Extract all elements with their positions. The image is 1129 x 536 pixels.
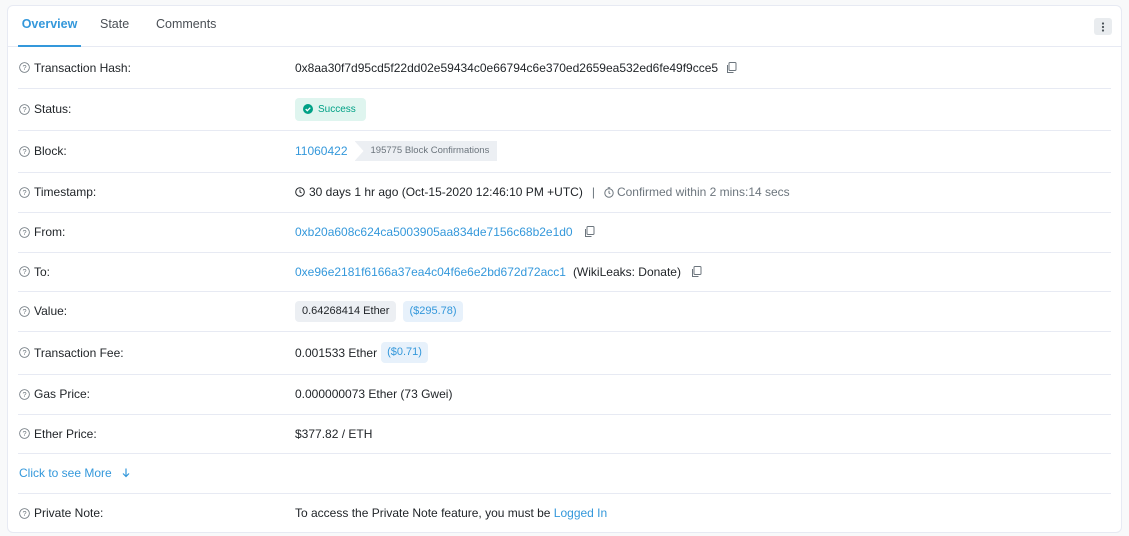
copy-icon[interactable] [691, 265, 702, 278]
field-label: ? Block: [19, 144, 67, 158]
transaction-hash: 0x8aa30f7d95cd5f22dd02e59434c0e66794c6e3… [295, 60, 719, 75]
help-circle-icon[interactable]: ? [19, 266, 30, 277]
timestamp-value: 30 days 1 hr ago (Oct-15-2020 12:46:10 P… [309, 185, 583, 199]
transaction-details-card: Overview State Comments ? Transaction Ha… [7, 5, 1122, 533]
field-value: 0.64268414 Ether ($295.78) [295, 300, 463, 322]
svg-text:?: ? [22, 146, 26, 155]
copy-icon[interactable] [584, 226, 595, 238]
row-transaction-fee: ? Transaction Fee: 0.001533 Ether ($0.71… [18, 331, 1111, 375]
svg-text:?: ? [22, 429, 26, 438]
clock-icon [295, 187, 305, 197]
copy-icon[interactable] [726, 61, 737, 74]
field-label: ? Timestamp: [19, 185, 96, 199]
row-from: ? From: 0xb20a608c624ca5003905aa834de715… [18, 212, 1111, 253]
field-label: ? Value: [19, 304, 67, 318]
tab-comments[interactable]: Comments [156, 6, 216, 45]
help-circle-icon[interactable]: ? [19, 226, 30, 238]
help-circle-icon[interactable]: ? [19, 186, 30, 198]
field-value: To access the Private Note feature, you … [295, 506, 607, 520]
gas-price-value: 0.000000073 Ether (73 Gwei) [295, 387, 453, 401]
svg-text:?: ? [22, 348, 26, 357]
help-circle-icon[interactable]: ? [19, 507, 30, 519]
svg-text:?: ? [22, 63, 26, 72]
tab-bar: Overview State Comments [8, 6, 1121, 47]
help-circle-icon[interactable]: ? [19, 305, 30, 317]
row-private-note: ? Private Note: To access the Private No… [18, 493, 1111, 532]
field-value: 0.000000073 Ether (73 Gwei) [295, 387, 452, 401]
status-badge: Success [295, 97, 366, 121]
field-label: ? Private Note: [19, 506, 103, 520]
help-circle-icon[interactable]: ? [19, 103, 30, 115]
field-label: ? To: [19, 265, 50, 279]
help-circle-icon[interactable]: ? [19, 388, 30, 400]
field-value: 11060422 195775 Block Confirmations [295, 141, 498, 161]
more-options-button[interactable] [1094, 18, 1112, 35]
check-circle-icon [303, 104, 313, 114]
block-number-link[interactable]: 11060422 [295, 144, 348, 158]
field-label: ? Status: [19, 102, 71, 116]
block-confirmations-badge: 195775 Block Confirmations [354, 141, 498, 161]
help-circle-icon[interactable]: ? [19, 145, 30, 157]
row-status: ? Status: Success [18, 88, 1111, 131]
field-value: 0.001533 Ether ($0.71) [295, 342, 428, 363]
tab-state[interactable]: State [100, 6, 129, 45]
help-circle-icon[interactable]: ? [19, 428, 30, 439]
confirmation-time: Confirmed within 2 mins:14 secs [604, 185, 790, 199]
to-address-link[interactable]: 0xe96e2181f6166a37ea4c04f6e6e2bd672d72ac… [295, 265, 566, 279]
ether-price-value: $377.82 / ETH [295, 426, 373, 441]
row-gas-price: ? Gas Price: 0.000000073 Ether (73 Gwei) [18, 374, 1111, 415]
field-label: ? Ether Price: [19, 427, 97, 441]
vertical-dots-icon [1101, 21, 1105, 32]
field-label: ? Transaction Hash: [19, 61, 131, 75]
field-value: 0x8aa30f7d95cd5f22dd02e59434c0e66794c6e3… [295, 61, 737, 75]
value-usd-badge: ($295.78) [403, 300, 463, 322]
arrow-down-icon [122, 468, 130, 478]
field-value: 0xb20a608c624ca5003905aa834de7156c68b2e1… [295, 225, 595, 239]
svg-text:?: ? [22, 187, 26, 196]
tab-overview[interactable]: Overview [18, 6, 81, 47]
stopwatch-icon [604, 186, 614, 198]
svg-text:?: ? [22, 267, 26, 276]
to-address-tag: (WikiLeaks: Donate) [572, 264, 681, 279]
separator: | [591, 185, 595, 199]
field-value: Success [295, 97, 366, 121]
login-link[interactable]: Logged In [554, 506, 607, 520]
row-to: ? To: 0xe96e2181f6166a37ea4c04f6e6e2bd67… [18, 252, 1111, 292]
svg-text:?: ? [22, 227, 26, 236]
private-note-text: To access the Private Note feature, you … [295, 506, 554, 520]
field-value: 0xe96e2181f6166a37ea4c04f6e6e2bd672d72ac… [295, 265, 702, 279]
fee-usd-badge: ($0.71) [381, 342, 428, 363]
svg-text:?: ? [22, 389, 26, 398]
row-block: ? Block: 11060422 195775 Block Confirmat… [18, 130, 1111, 173]
row-transaction-hash: ? Transaction Hash: 0x8aa30f7d95cd5f22dd… [18, 47, 1111, 89]
row-value: ? Value: 0.64268414 Ether ($295.78) [18, 291, 1111, 332]
help-circle-icon[interactable]: ? [19, 347, 30, 358]
row-ether-price: ? Ether Price: $377.82 / ETH [18, 414, 1111, 454]
help-circle-icon[interactable]: ? [19, 62, 30, 73]
field-label: ? From: [19, 225, 65, 239]
svg-text:?: ? [22, 508, 26, 517]
value-ether-badge: 0.64268414 Ether [295, 300, 397, 322]
from-address-link[interactable]: 0xb20a608c624ca5003905aa834de7156c68b2e1… [295, 225, 573, 239]
fee-ether: 0.001533 Ether [295, 345, 378, 360]
field-value: $377.82 / ETH [295, 427, 372, 441]
field-label: ? Transaction Fee: [19, 346, 124, 360]
svg-text:?: ? [22, 306, 26, 315]
field-label: ? Gas Price: [19, 387, 90, 401]
svg-text:?: ? [22, 104, 26, 113]
see-more-link[interactable]: Click to see More [19, 466, 130, 480]
row-see-more: Click to see More [18, 453, 1111, 494]
row-timestamp: ? Timestamp: 30 days 1 hr ago (Oct-15-20… [18, 172, 1111, 213]
field-value: 30 days 1 hr ago (Oct-15-2020 12:46:10 P… [295, 185, 790, 199]
